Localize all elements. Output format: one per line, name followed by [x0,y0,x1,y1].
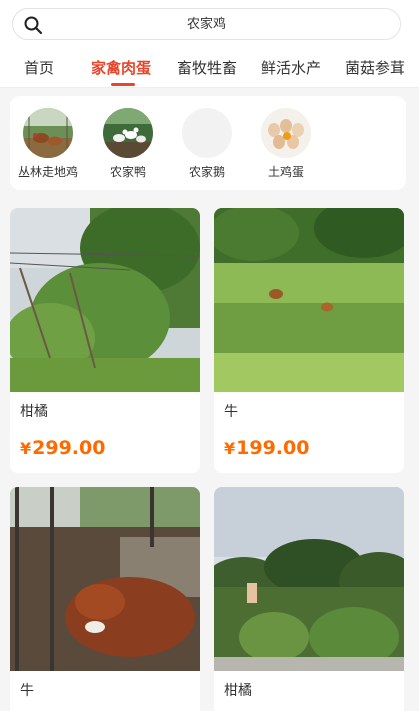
subcategory-label: 土鸡蛋 [267,165,304,179]
price-value: 299.00 [32,437,106,459]
currency-symbol: ¥ [224,439,236,458]
search-bar: 农家鸡 [0,0,419,50]
product-card[interactable]: 柑橘 ¥299.00 [10,208,200,473]
product-title: 柑橘 [224,683,252,699]
duck-image [103,108,153,158]
product-image-cattle-barn [10,487,200,671]
search-query-text: 农家鸡 [186,17,226,32]
product-card[interactable]: 牛 ¥199.00 [214,208,404,473]
product-image-cattle-pasture [214,208,404,392]
product-image-orchard [10,208,200,392]
subcategory-label: 农家鸭 [109,165,146,179]
product-price: ¥299.00 [20,437,105,460]
price-value: 199.00 [236,437,310,459]
product-card[interactable]: 柑橘 [214,487,404,711]
currency-symbol: ¥ [20,439,32,458]
product-title: 牛 [20,683,34,699]
tab-livestock[interactable]: 畜牧牲畜 [177,58,237,78]
product-title: 牛 [224,404,238,420]
tab-poultry-meat-eggs[interactable]: 家禽肉蛋 [91,58,151,78]
subcategory-item-eggs[interactable]: 土鸡蛋 [246,108,326,180]
subcategory-item-free-range-chicken[interactable]: 丛林走地鸡 [8,108,88,180]
active-tab-indicator [111,83,135,86]
product-title: 柑橘 [20,404,48,420]
tab-mushrooms[interactable]: 菌菇参茸 [345,58,405,78]
product-card[interactable]: 牛 [10,487,200,711]
product-image-citrus-grove [214,487,404,671]
search-input[interactable]: 农家鸡 [12,8,401,40]
subcategory-label: 农家鹅 [188,165,225,179]
tab-aquatic[interactable]: 鲜活水产 [261,58,321,78]
category-tabs: 首页 家禽肉蛋 畜牧牲畜 鲜活水产 菌菇参茸 [0,50,419,88]
subcategory-item-duck[interactable]: 农家鸭 [88,108,168,180]
subcategory-label: 丛林走地鸡 [17,165,78,179]
subcategory-item-goose[interactable]: 农家鹅 [167,108,247,180]
search-icon[interactable] [23,15,43,35]
goose-image-placeholder [182,108,232,158]
chicken-image [23,108,73,158]
tab-home[interactable]: 首页 [24,58,54,78]
product-price: ¥199.00 [224,437,309,460]
eggs-image [261,108,311,158]
subcategory-panel: 丛林走地鸡 农家鸭 农家鹅 土鸡蛋 [10,96,406,190]
